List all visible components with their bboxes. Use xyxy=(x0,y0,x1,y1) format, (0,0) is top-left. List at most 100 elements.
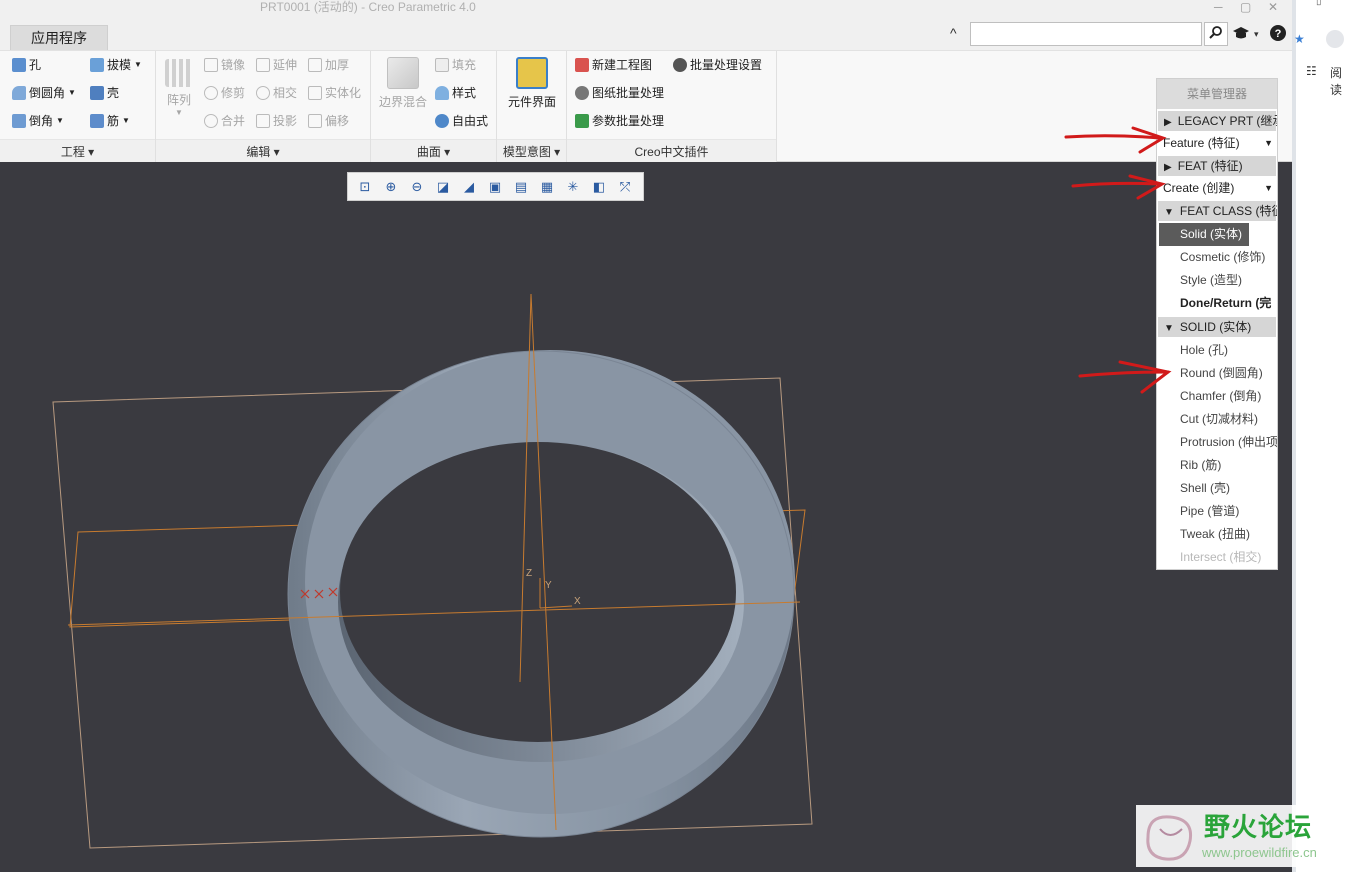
menu-item-cosmetic[interactable]: Cosmetic (修饰) xyxy=(1157,246,1277,269)
menu-item-shell[interactable]: Shell (壳) xyxy=(1157,477,1277,500)
menu-item-chamfer[interactable]: Chamfer (倒角) xyxy=(1157,385,1277,408)
perspective-icon[interactable]: ◢ xyxy=(458,177,480,197)
menu-feat[interactable]: ▶ FEAT (特征) xyxy=(1158,156,1276,176)
batch-drawing-icon xyxy=(575,86,589,100)
svg-text:?: ? xyxy=(1275,28,1282,40)
menu-feature-dropdown[interactable]: Feature (特征) ▼ xyxy=(1157,133,1277,154)
menu-item-tweak[interactable]: Tweak (扭曲) xyxy=(1157,523,1277,546)
axis-label-z: Z xyxy=(526,568,532,579)
component-interface-button[interactable]: 元件界面 xyxy=(503,57,561,110)
solidify-button[interactable]: 实体化 xyxy=(308,85,361,101)
menu-legacy-prt[interactable]: ▶ LEGACY PRT (继承 xyxy=(1158,111,1277,131)
group-label-model-intent[interactable]: 模型意图 ▾ xyxy=(497,139,566,163)
thicken-icon xyxy=(308,58,322,72)
spin-center-icon[interactable]: ⤱ xyxy=(614,177,636,197)
zoom-out-icon[interactable]: ⊖ xyxy=(406,177,428,197)
project-icon xyxy=(256,114,270,128)
annotation-display-icon[interactable]: ◧ xyxy=(588,177,610,197)
group-label-edit[interactable]: 编辑 ▾ xyxy=(156,139,370,163)
group-label-engineering[interactable]: 工程 ▾ xyxy=(0,139,155,163)
boundary-blend-button[interactable]: 边界混合 xyxy=(375,57,431,110)
intersect-button[interactable]: 相交 xyxy=(256,85,297,101)
mirror-button[interactable]: 镜像 xyxy=(204,57,245,73)
menu-manager: 菜单管理器 ▶ LEGACY PRT (继承 Feature (特征) ▼ ▶ FEA… xyxy=(1156,78,1278,570)
round-icon xyxy=(12,86,26,100)
menu-item-protrusion[interactable]: Protrusion (伸出项 xyxy=(1157,431,1277,454)
group-creo-plugin: 新建工程图 批量处理设置 图纸批量处理 参数批量处理 Creo中文插件 xyxy=(567,51,777,163)
menu-solid[interactable]: ▼ SOLID (实体) xyxy=(1158,317,1276,337)
round-button[interactable]: 倒圆角 ▼ xyxy=(12,85,76,101)
window-restore-icon[interactable]: ▯ xyxy=(1316,0,1322,7)
minimize-button[interactable]: ─ xyxy=(1214,0,1223,14)
fill-icon xyxy=(435,58,449,72)
menu-item-cut[interactable]: Cut (切减材料) xyxy=(1157,408,1277,431)
chevron-down-icon: ▼ xyxy=(1264,138,1273,148)
refit-icon[interactable]: ⊡ xyxy=(354,177,376,197)
style-button[interactable]: 样式 xyxy=(435,85,476,101)
shell-icon xyxy=(90,86,104,100)
datum-display-icon[interactable]: ✳ xyxy=(562,177,584,197)
thicken-button[interactable]: 加厚 xyxy=(308,57,349,73)
menu-item-pipe[interactable]: Pipe (管道) xyxy=(1157,500,1277,523)
model-scene: Z Y X xyxy=(52,293,813,849)
axis-label-x: X xyxy=(574,596,581,607)
hole-button[interactable]: 孔 xyxy=(12,57,41,73)
menu-item-rib[interactable]: Rib (筋) xyxy=(1157,454,1277,477)
graphics-viewport[interactable]: Z Y X ⊡ ⊕ ⊖ ◪ ◢ ▣ ▤ ▦ ✳ ◧ ⤱ xyxy=(0,162,1292,872)
chamfer-button[interactable]: 倒角 ▼ xyxy=(12,113,64,129)
pattern-button[interactable]: 阵列 ▼ xyxy=(162,59,196,117)
menu-item-solid[interactable]: Solid (实体) xyxy=(1159,223,1249,246)
offset-button[interactable]: 偏移 xyxy=(308,113,349,129)
zoom-in-icon[interactable]: ⊕ xyxy=(380,177,402,197)
param-batch-button[interactable]: 参数批量处理 xyxy=(575,113,664,129)
star-icon[interactable]: ★ xyxy=(1294,32,1305,46)
help-icon[interactable]: ? xyxy=(1270,25,1286,44)
tab-applications[interactable]: 应用程序 xyxy=(10,25,108,50)
repaint-icon[interactable]: ◪ xyxy=(432,177,454,197)
draft-button[interactable]: 拔模 ▼ xyxy=(90,57,142,73)
batch-settings-button[interactable]: 批量处理设置 xyxy=(673,57,762,73)
search-icon[interactable] xyxy=(1204,22,1228,46)
solidify-icon xyxy=(308,86,322,100)
menu-item-style[interactable]: Style (造型) xyxy=(1157,269,1277,292)
menu-item-round[interactable]: Round (倒圆角) xyxy=(1157,362,1277,385)
group-surface: 边界混合 填充 样式 自由式 曲面 ▾ xyxy=(371,51,497,163)
collapse-ribbon-icon[interactable]: ^ xyxy=(950,25,957,41)
project-button[interactable]: 投影 xyxy=(256,113,297,129)
menu-create-dropdown[interactable]: Create (创建) ▼ xyxy=(1157,178,1277,199)
chevron-down-icon[interactable]: ▾ xyxy=(1254,29,1259,40)
menu-item-done-return[interactable]: Done/Return (完 xyxy=(1157,292,1277,315)
menu-manager-title: 菜单管理器 xyxy=(1157,79,1277,109)
community-icon[interactable] xyxy=(1232,25,1250,44)
fill-button[interactable]: 填充 xyxy=(435,57,476,73)
forum-watermark: 野火论坛 www.proewildfire.cn xyxy=(1136,805,1346,867)
expand-right-icon: ▶ xyxy=(1164,117,1172,128)
shell-button[interactable]: 壳 xyxy=(90,85,119,101)
ribbon-tab-row: 应用程序 ^ ▾ ? xyxy=(0,22,1292,50)
maximize-button[interactable]: ▢ xyxy=(1240,0,1251,14)
merge-button[interactable]: 合并 xyxy=(204,113,245,129)
group-engineering: 孔 拔模 ▼ 倒圆角 ▼ 壳 倒角 ▼ 筋 ▼ 工程 ▾ xyxy=(0,51,156,163)
close-button[interactable]: ✕ xyxy=(1268,0,1278,14)
intersect-icon xyxy=(256,86,270,100)
trim-icon xyxy=(204,86,218,100)
menu-item-hole[interactable]: Hole (孔) xyxy=(1157,339,1277,362)
freestyle-button[interactable]: 自由式 xyxy=(435,113,488,129)
saved-views-icon[interactable]: ▤ xyxy=(510,177,532,197)
view-toolbar: ⊡ ⊕ ⊖ ◪ ◢ ▣ ▤ ▦ ✳ ◧ ⤱ xyxy=(347,172,644,201)
boundary-blend-icon xyxy=(387,57,419,89)
list-icon[interactable]: ☷ xyxy=(1306,64,1317,78)
style-icon xyxy=(435,86,449,100)
trim-button[interactable]: 修剪 xyxy=(204,85,245,101)
view-manager-icon[interactable]: ▦ xyxy=(536,177,558,197)
new-drawing-button[interactable]: 新建工程图 xyxy=(575,57,652,73)
search-input[interactable] xyxy=(970,22,1202,46)
user-avatar-icon[interactable] xyxy=(1326,30,1344,48)
group-label-surface[interactable]: 曲面 ▾ xyxy=(371,139,496,163)
display-style-icon[interactable]: ▣ xyxy=(484,177,506,197)
drawing-batch-button[interactable]: 图纸批量处理 xyxy=(575,85,664,101)
rib-button[interactable]: 筋 ▼ xyxy=(90,113,130,129)
reading-label[interactable]: 阅读 xyxy=(1330,64,1347,98)
extend-button[interactable]: 延伸 xyxy=(256,57,297,73)
menu-feat-class[interactable]: ▼ FEAT CLASS (特征 xyxy=(1158,201,1277,221)
